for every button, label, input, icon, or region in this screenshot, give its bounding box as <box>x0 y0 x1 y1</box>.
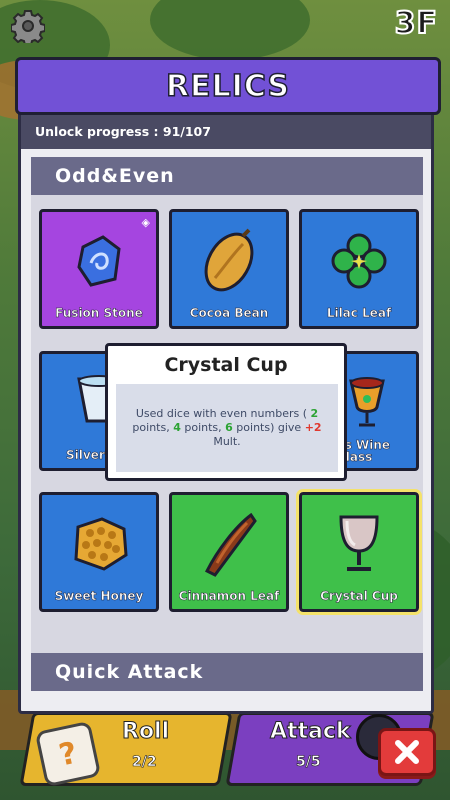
relic-name: Sweet Honey <box>54 589 144 604</box>
tooltip-value: 2 <box>310 407 319 421</box>
settings-button[interactable] <box>10 8 46 44</box>
relic-card-lilac-leaf[interactable]: Lilac Leaf <box>299 209 419 329</box>
attack-label: Attack <box>270 719 352 745</box>
relic-name: Lilac Leaf <box>326 306 392 321</box>
relic-card-sweet-honey[interactable]: Sweet Honey <box>39 492 159 612</box>
gear-icon <box>11 10 45 43</box>
tooltip-text: Mult. <box>213 434 241 448</box>
unlock-progress-bar: Unlock progress : 91/107 <box>21 115 431 149</box>
dice-icon: ? <box>34 720 102 788</box>
tooltip-description: Used dice with even numbers ( 2 points, … <box>116 384 338 472</box>
relic-card-cinnamon-leaf[interactable]: Cinnamon Leaf <box>169 492 289 612</box>
blue-stone-icon <box>77 235 121 287</box>
tooltip-value: 6 <box>225 421 233 435</box>
relic-name: Cinnamon Leaf <box>178 589 280 604</box>
tooltip-text: points, <box>132 421 170 435</box>
relic-tooltip: Crystal Cup Used dice with even numbers … <box>105 343 347 481</box>
relic-card-fusion-stone[interactable]: ◈ Fusion Stone <box>39 209 159 329</box>
crystal-cup-icon <box>339 515 379 571</box>
cinnamon-icon <box>204 512 257 577</box>
tooltip-value: 4 <box>173 421 181 435</box>
relic-name: Cocoa Bean <box>189 306 269 321</box>
tooltip-text: points, <box>184 421 222 435</box>
unlock-progress-text: Unlock progress : 91/107 <box>35 124 211 139</box>
honeycomb-icon <box>74 517 128 571</box>
tooltip-value: +2 <box>304 421 322 435</box>
tooltip-text: Used dice with even numbers ( <box>135 407 308 421</box>
relic-name: Crystal Cup <box>320 589 398 604</box>
roll-label: Roll <box>121 719 170 745</box>
modal-header: RELICS <box>15 57 441 115</box>
attack-count: 5/5 <box>296 754 321 771</box>
section-label: Quick Attack <box>55 661 204 683</box>
relic-card-crystal-cup[interactable]: Crystal Cup <box>296 489 422 615</box>
close-icon <box>395 740 419 764</box>
relic-card-cocoa-bean[interactable]: Cocoa Bean <box>169 209 289 329</box>
clover-leaf-icon <box>331 233 387 289</box>
cocoa-bean-icon <box>204 228 254 292</box>
section-header-quick-attack: Quick Attack <box>31 653 423 691</box>
tooltip-title: Crystal Cup <box>164 354 288 376</box>
tooltip-text: points) give <box>236 421 302 435</box>
modal-title: RELICS <box>165 68 291 105</box>
floor-indicator: 3F <box>394 5 438 42</box>
section-header-odd-even: Odd&Even <box>31 157 423 195</box>
relic-name: Fusion Stone <box>55 306 143 321</box>
roll-count: 2/2 <box>132 754 157 771</box>
section-label: Odd&Even <box>55 165 175 187</box>
close-button[interactable] <box>378 728 436 776</box>
